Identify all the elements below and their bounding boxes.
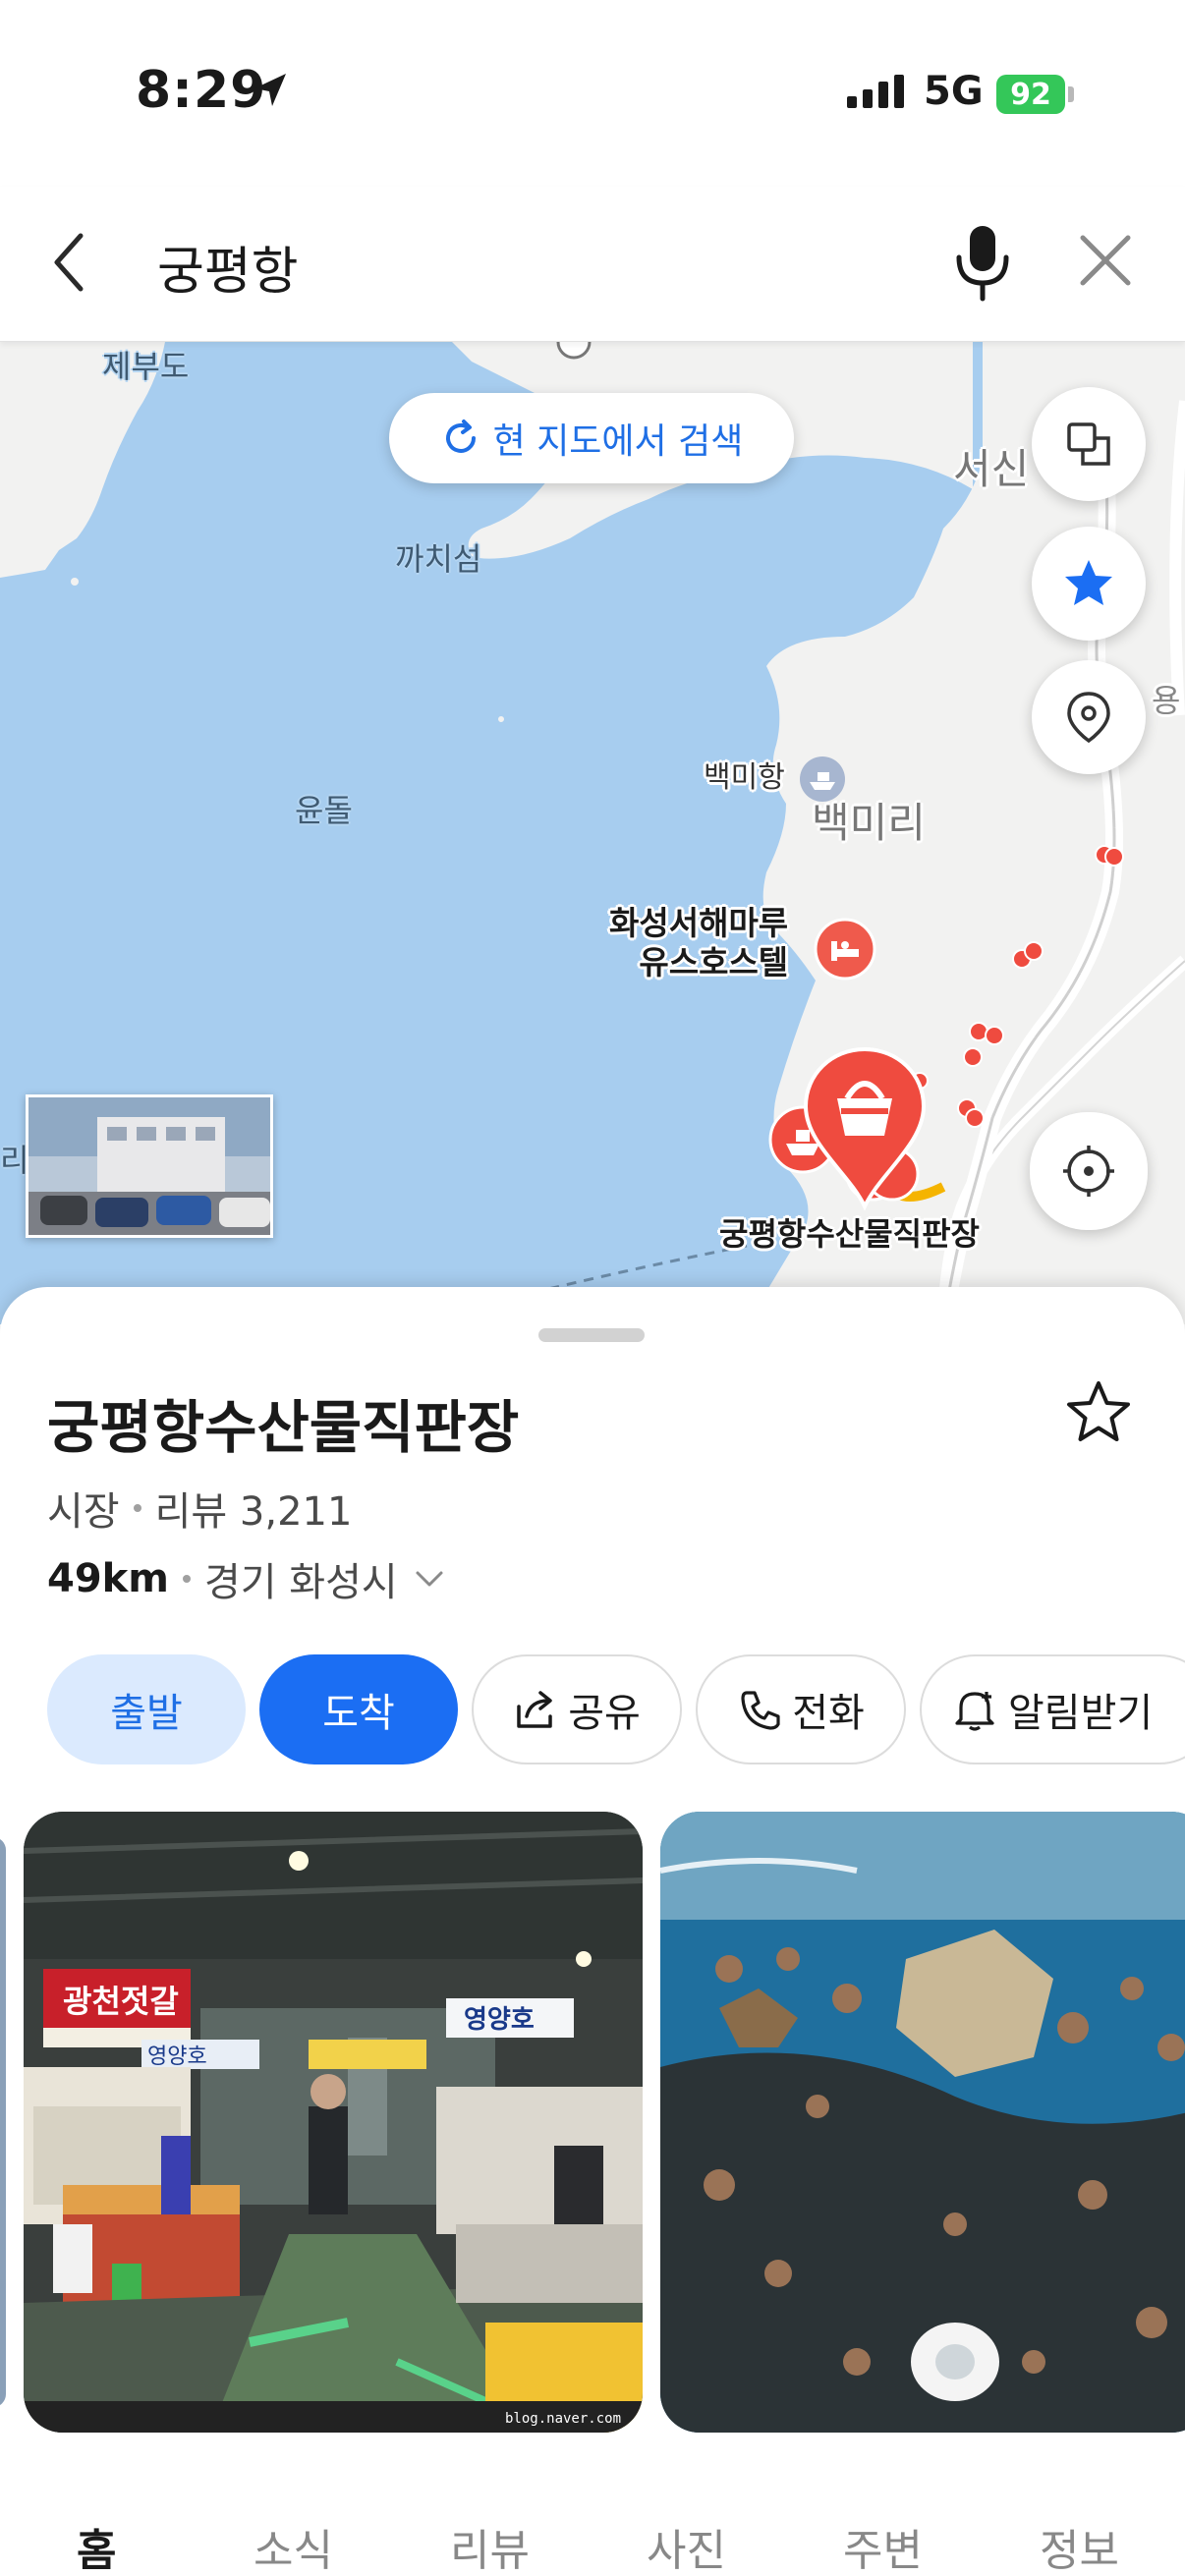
poi-label-hostel: 화성서해마루 유스호스텔 bbox=[609, 904, 788, 982]
battery-indicator: 92 bbox=[996, 75, 1065, 114]
cellular-signal-icon bbox=[847, 75, 904, 108]
battery-tip bbox=[1068, 86, 1074, 102]
tab-nearby[interactable]: 주변 bbox=[843, 2515, 923, 2576]
star-filled-icon bbox=[1065, 560, 1112, 605]
depart-button[interactable]: 출발 bbox=[47, 1654, 246, 1764]
status-bar: 8:29 5G 92 bbox=[0, 0, 1185, 187]
photo-watermark: blog.naver.com bbox=[505, 2411, 621, 2427]
poi-label-hostel-line2: 유스호스텔 bbox=[639, 943, 789, 981]
roadview-image bbox=[28, 1097, 270, 1235]
tab-info[interactable]: 정보 bbox=[1040, 2515, 1119, 2576]
status-time: 8:29 bbox=[136, 61, 267, 120]
place-region: 경기 화성시 bbox=[203, 1560, 398, 1605]
tab-photo[interactable]: 사진 bbox=[647, 2515, 726, 2576]
search-this-area-button[interactable]: 현 지도에서 검색 bbox=[389, 393, 794, 483]
notify-label: 알림받기 bbox=[1008, 1691, 1154, 1736]
chevron-down-icon bbox=[416, 1571, 443, 1587]
place-location-row[interactable]: 49km 경기 화성시 bbox=[47, 1550, 451, 1607]
star-outline-icon[interactable] bbox=[1063, 1377, 1134, 1448]
share-label: 공유 bbox=[568, 1691, 641, 1736]
microphone-icon[interactable] bbox=[951, 222, 1014, 305]
review-count[interactable]: 리뷰 3,211 bbox=[155, 1480, 353, 1537]
arrive-label: 도착 bbox=[322, 1691, 395, 1736]
place-distance: 49km bbox=[47, 1556, 169, 1601]
tab-news[interactable]: 소식 bbox=[254, 2515, 333, 2576]
map-label-yong: 용 bbox=[1152, 682, 1181, 719]
poi-label-baekmihang: 백미항 bbox=[704, 760, 785, 795]
tab-home[interactable]: 홈 bbox=[77, 2515, 116, 2576]
location-pin-icon bbox=[1067, 692, 1110, 744]
place-category: 시장 bbox=[47, 1489, 120, 1535]
call-button[interactable]: 전화 bbox=[696, 1654, 906, 1764]
poi-label-hostel-line1: 화성서해마루 bbox=[609, 904, 789, 942]
separator-dot bbox=[133, 1504, 141, 1512]
selected-market-pin-icon[interactable] bbox=[802, 1045, 928, 1210]
battery-level: 92 bbox=[1010, 77, 1051, 112]
place-meta-row: 시장 리뷰 3,211 bbox=[47, 1480, 352, 1537]
sheet-drag-handle[interactable] bbox=[538, 1328, 645, 1342]
phone-icon bbox=[741, 1691, 780, 1730]
favorites-button[interactable] bbox=[1032, 527, 1146, 641]
saved-places-button[interactable] bbox=[1032, 660, 1146, 774]
call-label: 전화 bbox=[792, 1691, 865, 1736]
separator-dot bbox=[182, 1575, 191, 1583]
map-layers-button[interactable] bbox=[1032, 387, 1146, 501]
poi-label-selected: 궁평항수산물직판장 bbox=[719, 1215, 980, 1253]
layers-icon bbox=[1067, 422, 1110, 466]
search-this-area-label: 현 지도에서 검색 bbox=[492, 421, 744, 462]
close-icon[interactable] bbox=[1075, 230, 1136, 291]
sign-left: 영양호 bbox=[147, 2044, 207, 2069]
search-input[interactable]: 궁평항 bbox=[157, 230, 299, 304]
back-chevron-icon[interactable] bbox=[47, 228, 90, 297]
market-interior-image: 광천젓갈 영양호 영양호 blog.naver.com bbox=[24, 1812, 643, 2433]
seafood-tank-image bbox=[660, 1812, 1185, 2433]
harbor-marker-icon[interactable] bbox=[798, 755, 847, 804]
map-label-seosin: 서신 bbox=[953, 445, 1030, 493]
map-view[interactable]: 제부도 까치섬 윤돌 백미리 서신 용 리 백미항 화성서해마루 유스호스텔 궁… bbox=[0, 342, 1185, 1324]
location-arrow-icon bbox=[254, 74, 286, 106]
roadview-thumbnail[interactable] bbox=[26, 1094, 273, 1238]
depart-label: 출발 bbox=[110, 1691, 183, 1736]
sign-yeongyang: 영양호 bbox=[464, 2005, 535, 2035]
hotel-marker-icon[interactable] bbox=[814, 918, 876, 980]
photo-previous[interactable] bbox=[0, 1837, 6, 2407]
sign-gwangcheon: 광천젓갈 bbox=[63, 1983, 179, 2020]
bell-plus-icon bbox=[955, 1692, 994, 1731]
tab-review[interactable]: 리뷰 bbox=[450, 2515, 530, 2576]
refresh-icon bbox=[445, 420, 476, 453]
map-label-yundol: 윤돌 bbox=[295, 792, 353, 829]
notify-button[interactable]: 알림받기 bbox=[920, 1654, 1185, 1764]
share-button[interactable]: 공유 bbox=[472, 1654, 682, 1764]
place-title: 궁평항수산물직판장 bbox=[47, 1394, 520, 1461]
crosshair-icon bbox=[1063, 1146, 1114, 1197]
map-label-jebudo: 제부도 bbox=[102, 348, 190, 385]
photo-seafood-tank[interactable] bbox=[660, 1812, 1185, 2433]
photo-market-interior[interactable]: 광천젓갈 영양호 영양호 blog.naver.com bbox=[24, 1812, 643, 2433]
map-label-kkachiseom: 까치섬 bbox=[395, 540, 482, 578]
place-bottom-sheet[interactable]: 궁평항수산물직판장 시장 리뷰 3,211 49km 경기 화성시 출발 도착 … bbox=[0, 1287, 1185, 2576]
current-location-button[interactable] bbox=[1030, 1112, 1148, 1230]
search-bar: 궁평항 bbox=[0, 187, 1185, 342]
network-type: 5G bbox=[924, 69, 984, 114]
arrive-button[interactable]: 도착 bbox=[259, 1654, 458, 1764]
share-icon bbox=[517, 1691, 552, 1728]
